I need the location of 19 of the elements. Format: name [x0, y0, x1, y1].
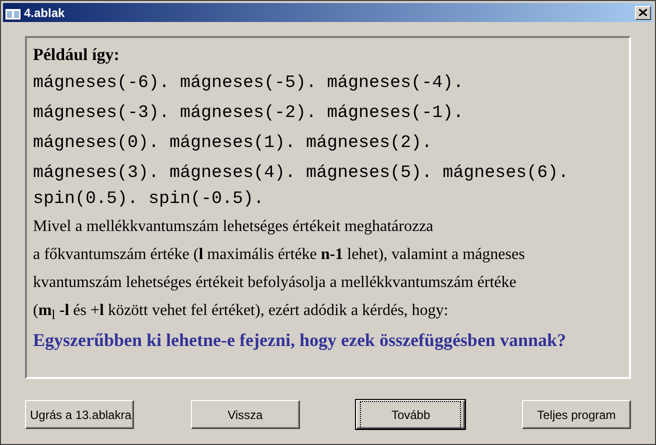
paragraph-line: kvantumszám lehetséges értékeit befolyásolja a mellékkvantumszám értéke	[33, 273, 518, 293]
code-line: mágneses(-6). mágneses(-5). mágneses(-4).	[33, 72, 465, 95]
heading: Például így:	[33, 44, 120, 66]
code-line: mágneses(-3). mágneses(-2). mágneses(-1).	[33, 102, 465, 125]
nav-button[interactable]: Vissza	[190, 400, 300, 429]
paragraph-line: (m$_{l}$ -l és +l között vehet fel értéket), ezért adódik a kérdés, hogy:	[33, 301, 450, 324]
paragraph-line: Mivel a mellékkvantumszám lehetséges értékeit meghatározza	[33, 217, 434, 237]
paragraph-line: a főkvantumszám értéke (l maximális értéke n-1 lehet), valamint a mágneses	[33, 245, 526, 265]
window-title: 4.ablak	[24, 6, 66, 20]
nav-button[interactable]: Ugrás a 13.ablakra	[25, 400, 134, 429]
code-line: spin(0.5). spin(-0.5).	[33, 188, 266, 211]
code-line: mágneses(0). mágneses(1). mágneses(2).	[33, 132, 434, 155]
window-icon	[5, 6, 21, 20]
close-button[interactable]	[635, 6, 651, 20]
nav-button[interactable]: Tovább	[356, 400, 466, 429]
nav-button[interactable]: Teljes program	[522, 400, 631, 429]
code-line: mágneses(3). mágneses(4). mágneses(5). mágneses(6).	[33, 162, 570, 185]
question-text: Egyszerűbben ki lehetne-e fejezni, hogy ezek összefüggésben vannak?	[33, 329, 567, 352]
close-icon	[639, 9, 647, 16]
